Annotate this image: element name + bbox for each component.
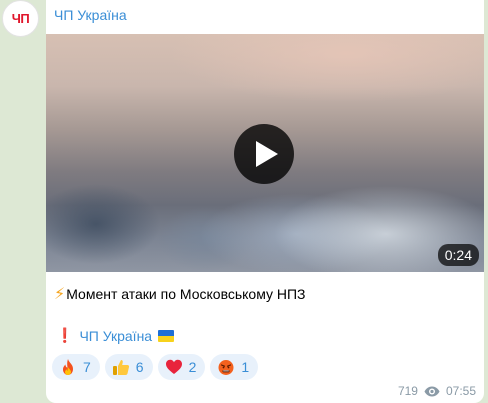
message-meta: 719 07:55 [398, 384, 476, 398]
signature-link[interactable]: ЧП Україна [79, 328, 152, 344]
reaction-count: 1 [241, 359, 250, 375]
thumbs-up-icon [112, 358, 130, 376]
lightning-icon: ⚡ [54, 286, 66, 303]
heart-icon [165, 358, 183, 376]
message-caption: ⚡ Момент атаки по Московському НПЗ [54, 284, 306, 304]
message-time: 07:55 [445, 384, 476, 398]
play-button[interactable] [234, 124, 294, 184]
message-signature: ❗ ЧП Україна [56, 327, 175, 344]
eye-icon [424, 386, 440, 397]
reaction-count: 7 [83, 359, 91, 375]
caption-text: Момент атаки по Московському НПЗ [66, 286, 306, 302]
reaction-count: 6 [135, 359, 144, 375]
channel-name[interactable]: ЧП Україна [54, 7, 127, 23]
message-bubble: ЧП Україна 0:24 ⚡ Момент атаки по Москов… [46, 0, 484, 403]
reaction-fire[interactable]: 7 [52, 354, 100, 380]
video-thumbnail[interactable]: 0:24 [46, 34, 484, 272]
reactions-bar: 7 6 2 1 [52, 354, 259, 380]
channel-avatar[interactable]: ЧП [2, 0, 39, 37]
play-icon [255, 141, 278, 167]
reaction-angry[interactable]: 1 [210, 354, 259, 380]
exclamation-icon: ❗ [56, 327, 74, 343]
reaction-heart[interactable]: 2 [157, 354, 206, 380]
view-count: 719 [397, 384, 418, 398]
ukraine-flag-icon [158, 329, 175, 342]
reaction-thumbs-up[interactable]: 6 [104, 354, 153, 380]
fire-icon [59, 358, 77, 376]
angry-face-icon [217, 358, 235, 376]
video-duration: 0:24 [437, 244, 479, 266]
reaction-count: 2 [188, 359, 197, 375]
